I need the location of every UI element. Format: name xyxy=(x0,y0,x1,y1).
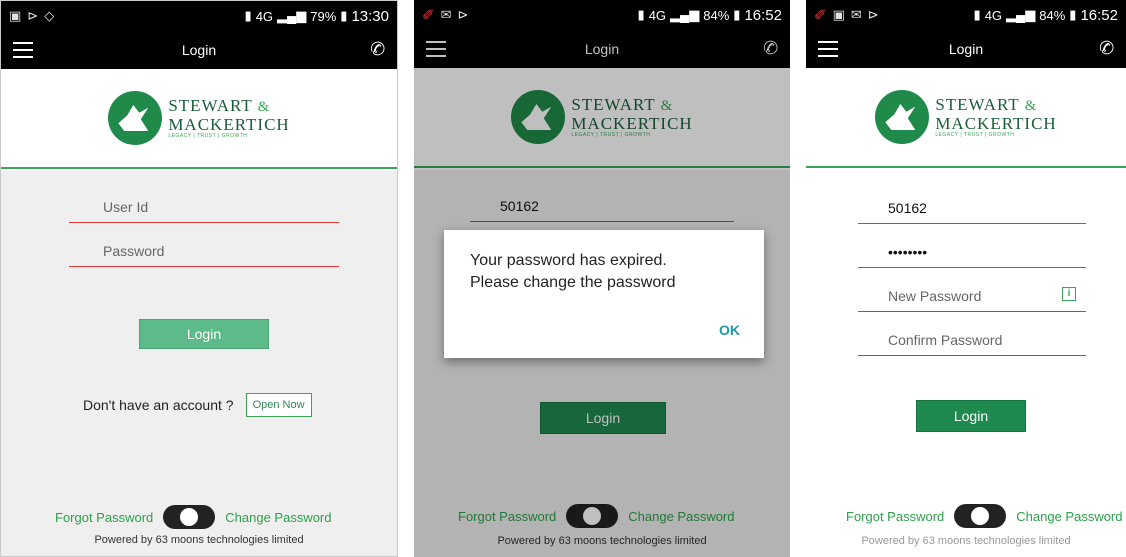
password-placeholder: Password xyxy=(103,242,165,259)
password-toggle-row: Forgot Password Change Password xyxy=(55,505,332,529)
app-notification-icon: ✐ xyxy=(422,7,435,24)
signal-icon: ▂▄▆ xyxy=(670,7,700,22)
no-account-text: Don't have an account ? xyxy=(83,397,234,413)
app-bar: Login ✆ xyxy=(1,31,397,69)
battery-icon: ▮ xyxy=(1069,7,1077,22)
user-id-input[interactable]: User Id xyxy=(69,191,339,223)
app-notification-icon: ✐ xyxy=(814,7,827,24)
open-now-button[interactable]: Open Now xyxy=(245,393,312,417)
info-icon[interactable]: i xyxy=(1062,287,1076,301)
signal-icon: ▂▄▆ xyxy=(1006,7,1036,22)
battery-percent: 84% xyxy=(1039,7,1066,23)
clock: 16:52 xyxy=(1080,6,1118,24)
logo-line2: MACKERTICH xyxy=(935,113,1057,133)
password-input[interactable]: Password xyxy=(69,235,339,267)
sim-icon: ▮ xyxy=(637,7,645,22)
password-value: •••••••• xyxy=(888,243,928,260)
login-screen-panel-3: ✐ ▣ ✉ ⊳ ▮ 4G ▂▄▆ 84% ▮ 16:52 Login ✆ STEWAR… xyxy=(806,0,1126,557)
status-bar: ✐ ✉ ⊳ ▮ 4G ▂▄▆ 84% ▮ 16:52 xyxy=(414,0,790,30)
password-mode-toggle[interactable] xyxy=(163,505,216,529)
password-toggle-row: Forgot Password Change Password xyxy=(846,504,1123,528)
phone-icon[interactable]: ✆ xyxy=(368,38,386,61)
password-input[interactable]: •••••••• xyxy=(858,236,1086,268)
battery-percent: 79% xyxy=(310,8,337,24)
logo-band: STEWART & MACKERTICH LEGACY | TRUST | GR… xyxy=(1,69,397,169)
user-id-placeholder: User Id xyxy=(103,198,149,215)
login-screen-panel-2: ✐ ✉ ⊳ ▮ 4G ▂▄▆ 84% ▮ 16:52 Login ✆ STEWART… xyxy=(414,0,790,557)
logo-amp: & xyxy=(1024,98,1038,115)
phone-icon[interactable]: ✆ xyxy=(1097,37,1115,60)
logo-tagline: LEGACY | TRUST | GROWTH xyxy=(935,131,1015,138)
dialog-message-line2: Please change the password xyxy=(470,274,676,291)
mail-icon: ✉ xyxy=(440,7,452,22)
forgot-password-link[interactable]: Forgot Password xyxy=(846,509,944,524)
clock: 13:30 xyxy=(351,7,389,25)
cast-icon: ⊳ xyxy=(867,7,879,22)
change-password-link[interactable]: Change Password xyxy=(1016,509,1122,524)
sim-icon: ▮ xyxy=(244,8,252,23)
notification-icon: ▣ xyxy=(9,8,22,23)
gallery-icon: ▣ xyxy=(832,7,845,22)
logo-band: STEWART & MACKERTICH LEGACY | TRUST | GR… xyxy=(806,68,1126,168)
sim-icon: ▮ xyxy=(973,7,981,22)
login-screen-panel-1: ▣ ⊳ ◇ ▮ 4G ▂▄▆ 79% ▮ 13:30 Login ✆ STEWART… xyxy=(0,0,398,557)
logo-line1: STEWART xyxy=(168,96,253,116)
login-button[interactable]: Login xyxy=(916,400,1026,432)
page-title: Login xyxy=(948,41,984,57)
confirm-password-input[interactable]: Confirm Password xyxy=(858,324,1086,356)
network-label: 4G xyxy=(984,7,1003,23)
clock: 16:52 xyxy=(744,6,782,24)
bull-logo-icon xyxy=(108,91,163,145)
user-id-input[interactable]: 50162 xyxy=(858,192,1086,224)
company-logo: STEWART & MACKERTICH LEGACY | TRUST | GR… xyxy=(875,90,1056,144)
cast-icon: ⊳ xyxy=(27,8,39,23)
app-bar: Login ✆ xyxy=(806,30,1126,68)
battery-percent: 84% xyxy=(703,7,730,23)
cast-icon: ⊳ xyxy=(457,7,469,22)
hamburger-menu-icon[interactable] xyxy=(13,42,33,58)
mail-icon: ✉ xyxy=(850,7,862,22)
status-bar: ✐ ▣ ✉ ⊳ ▮ 4G ▂▄▆ 84% ▮ 16:52 xyxy=(806,0,1126,30)
login-form: User Id Password Login Don't have an acc… xyxy=(1,171,397,556)
open-account-row: Don't have an account ? Open Now xyxy=(83,393,312,417)
new-password-placeholder: New Password xyxy=(888,287,982,304)
login-button[interactable]: Login xyxy=(139,319,269,349)
logo-amp: & xyxy=(257,99,271,116)
new-password-input[interactable]: New Password i xyxy=(858,280,1086,312)
company-logo: STEWART & MACKERTICH LEGACY | TRUST | GR… xyxy=(108,91,289,145)
change-password-link[interactable]: Change Password xyxy=(225,510,331,525)
change-password-form: 50162 •••••••• New Password i Confirm Pa… xyxy=(806,170,1126,557)
powered-by-text: Powered by 63 moons technologies limited xyxy=(861,535,1071,547)
user-id-value: 50162 xyxy=(888,199,927,216)
hamburger-menu-icon[interactable] xyxy=(818,41,838,57)
status-bar: ▣ ⊳ ◇ ▮ 4G ▂▄▆ 79% ▮ 13:30 xyxy=(1,1,397,31)
battery-icon: ▮ xyxy=(340,8,348,23)
confirm-password-placeholder: Confirm Password xyxy=(888,331,1003,348)
network-label: 4G xyxy=(255,8,274,24)
battery-icon: ▮ xyxy=(733,7,741,22)
dialog-message-line1: Your password has expired. xyxy=(470,252,667,269)
powered-by-text: Powered by 63 moons technologies limited xyxy=(94,534,304,546)
forgot-password-link[interactable]: Forgot Password xyxy=(55,510,153,525)
logo-line1: STEWART xyxy=(935,95,1020,115)
logo-line2: MACKERTICH xyxy=(168,114,290,134)
password-expired-dialog: Your password has expired. Please change… xyxy=(444,230,764,358)
dialog-ok-button[interactable]: OK xyxy=(719,322,740,338)
bull-logo-icon xyxy=(875,90,930,144)
sync-icon: ◇ xyxy=(44,8,55,23)
logo-tagline: LEGACY | TRUST | GROWTH xyxy=(168,132,248,139)
signal-icon: ▂▄▆ xyxy=(277,8,307,23)
page-title: Login xyxy=(181,42,217,58)
password-mode-toggle[interactable] xyxy=(954,504,1007,528)
network-label: 4G xyxy=(648,7,667,23)
